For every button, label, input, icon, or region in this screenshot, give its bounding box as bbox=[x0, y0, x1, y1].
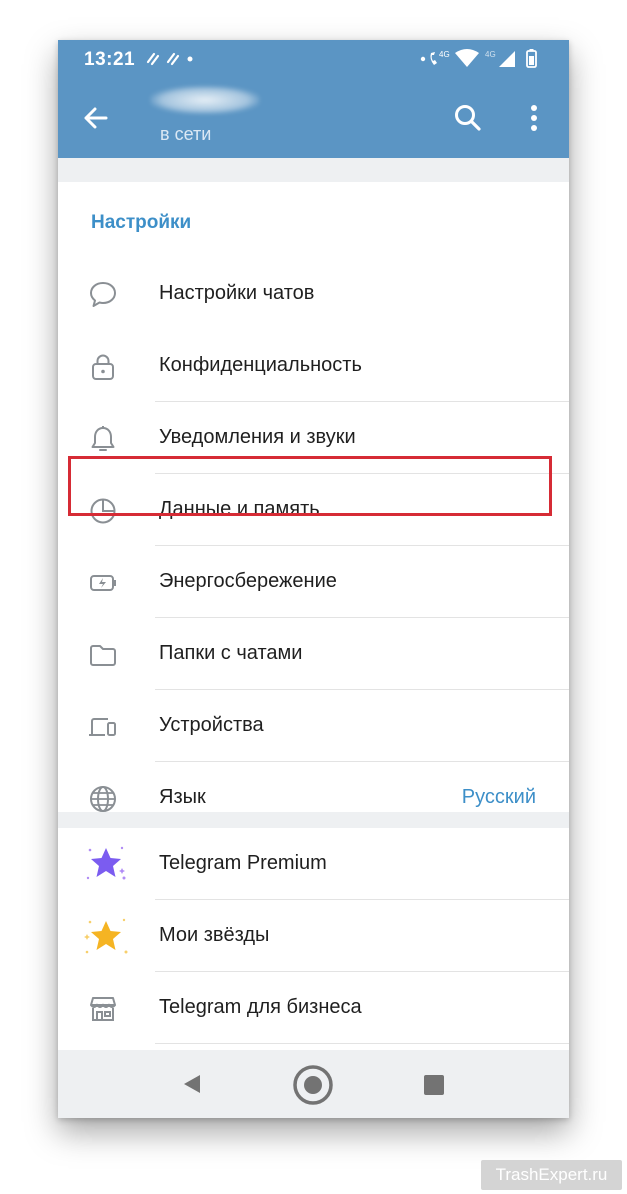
stars-icon bbox=[82, 912, 130, 960]
nav-home-button[interactable] bbox=[292, 1064, 334, 1106]
system-navigation-bar bbox=[58, 1050, 569, 1118]
notification-icon bbox=[146, 52, 193, 66]
settings-item-label: Конфиденциальность bbox=[159, 354, 362, 376]
app-bar: в сети bbox=[58, 78, 569, 158]
settings-item-label: Энергосбережение bbox=[159, 570, 337, 592]
extras-item-stars[interactable]: Мои звёзды bbox=[58, 900, 569, 972]
network-label: 4G bbox=[439, 50, 450, 59]
watermark: TrashExpert.ru bbox=[481, 1160, 622, 1190]
settings-item-devices[interactable]: Устройства bbox=[58, 690, 569, 762]
settings-item-language[interactable]: Язык Русский bbox=[58, 762, 569, 834]
extras-card: Telegram Premium Мои звёзды Telegram для… bbox=[58, 828, 569, 1050]
settings-content: Настройки Настройки чатов Конфиденциальн… bbox=[58, 158, 569, 1050]
devices-icon bbox=[88, 712, 118, 742]
globe-icon bbox=[88, 784, 118, 814]
signal-battery-icons: 4G 4G bbox=[420, 49, 537, 68]
bell-icon bbox=[88, 424, 118, 454]
phone-screen: 13:21 4G 4G в сети Настройки Настройки ч… bbox=[58, 40, 569, 1118]
extras-item-label: Telegram Premium bbox=[159, 852, 327, 874]
settings-card: Настройки Настройки чатов Конфиденциальн… bbox=[58, 182, 569, 812]
network-label-2: 4G bbox=[485, 50, 496, 59]
extras-item-business[interactable]: Telegram для бизнеса bbox=[58, 972, 569, 1044]
nav-recent-button[interactable] bbox=[423, 1074, 445, 1096]
search-button[interactable] bbox=[452, 102, 484, 134]
triangle-back-icon bbox=[184, 1075, 200, 1093]
more-options-button[interactable] bbox=[524, 100, 544, 136]
highlight-frame bbox=[68, 456, 552, 516]
settings-item-folders[interactable]: Папки с чатами bbox=[58, 618, 569, 690]
extras-item-premium[interactable]: Telegram Premium bbox=[58, 828, 569, 900]
battery-icon bbox=[88, 568, 118, 598]
settings-item-privacy[interactable]: Конфиденциальность bbox=[58, 330, 569, 402]
settings-item-label: Устройства bbox=[159, 714, 264, 736]
chat-bubble-icon bbox=[88, 280, 118, 310]
online-status: в сети bbox=[160, 124, 212, 144]
settings-item-power[interactable]: Энергосбережение bbox=[58, 546, 569, 618]
arrow-left-icon bbox=[84, 107, 108, 129]
blurred-profile-name bbox=[150, 86, 260, 114]
square-recent-icon bbox=[424, 1075, 444, 1095]
more-vertical-icon bbox=[531, 105, 537, 131]
extras-item-label: Мои звёзды bbox=[159, 924, 270, 946]
home-circle-icon bbox=[293, 1065, 333, 1105]
notification-icons bbox=[146, 50, 206, 73]
settings-item-label: Настройки чатов bbox=[159, 282, 315, 304]
settings-item-label: Папки с чатами bbox=[159, 642, 303, 664]
divider bbox=[155, 1043, 569, 1044]
shop-icon bbox=[88, 994, 118, 1024]
lock-icon bbox=[88, 352, 118, 382]
language-value: Русский bbox=[461, 786, 536, 808]
settings-item-label: Уведомления и звуки bbox=[159, 426, 356, 448]
back-button[interactable] bbox=[78, 100, 114, 136]
status-time: 13:21 bbox=[84, 49, 136, 70]
extras-item-label: Telegram для бизнеса bbox=[159, 996, 362, 1018]
premium-star-icon bbox=[84, 842, 128, 886]
folder-icon bbox=[88, 640, 118, 670]
status-bar: 13:21 4G 4G bbox=[58, 40, 569, 78]
section-title: Настройки bbox=[91, 212, 192, 233]
nav-back-button[interactable] bbox=[180, 1072, 204, 1096]
system-icons: 4G 4G bbox=[419, 48, 549, 75]
settings-item-chats[interactable]: Настройки чатов bbox=[58, 258, 569, 330]
settings-item-label: Язык bbox=[159, 786, 206, 808]
search-icon bbox=[455, 105, 481, 131]
